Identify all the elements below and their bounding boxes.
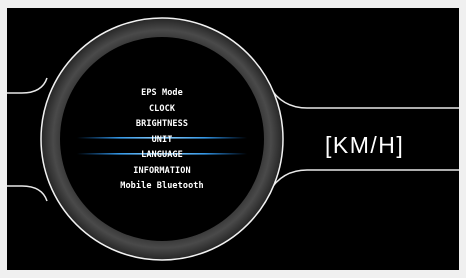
left-bracket-bottom — [7, 185, 48, 202]
menu-item-mobile-bluetooth[interactable]: Mobile Bluetooth — [82, 179, 242, 195]
settings-menu: EPS Mode CLOCK BRIGHTNESS UNIT LANGUAGE … — [82, 86, 242, 195]
menu-item-eps-mode[interactable]: EPS Mode — [82, 86, 242, 102]
menu-item-information[interactable]: INFORMATION — [82, 164, 242, 180]
right-connector-top — [268, 85, 459, 109]
right-connector-bottom — [268, 169, 459, 193]
display-screen: EPS Mode CLOCK BRIGHTNESS UNIT LANGUAGE … — [7, 8, 459, 270]
left-bracket-top — [7, 77, 48, 94]
unit-value-display: [KM/H] — [325, 132, 405, 158]
menu-item-brightness[interactable]: BRIGHTNESS — [82, 117, 242, 133]
menu-item-language[interactable]: LANGUAGE — [82, 148, 242, 164]
menu-item-clock[interactable]: CLOCK — [82, 102, 242, 118]
menu-item-unit[interactable]: UNIT — [82, 133, 242, 149]
